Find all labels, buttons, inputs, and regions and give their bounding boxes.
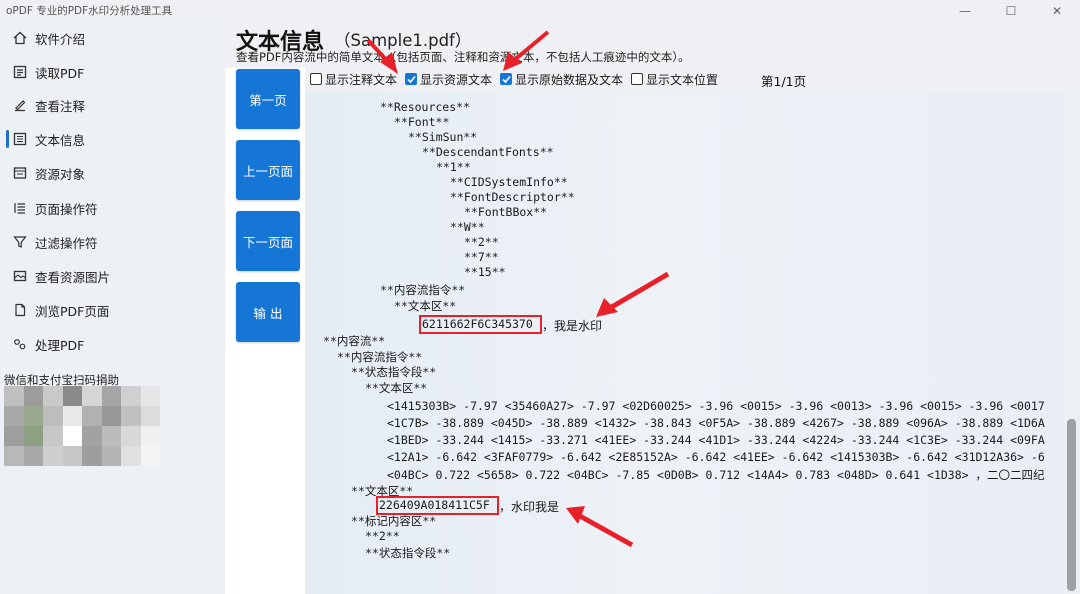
sidebar-item-intro[interactable]: 软件介绍	[0, 24, 225, 52]
tree-node: **2**	[464, 235, 499, 249]
sidebar-item-browse-pages[interactable]: 浏览PDF页面	[0, 296, 225, 324]
tree-node: **内容流**	[323, 334, 386, 348]
sidebar-item-label: 处理PDF	[35, 337, 85, 353]
annotation-icon	[12, 97, 28, 113]
sidebar-item-label: 过滤操作符	[35, 235, 98, 251]
tree-node: **内容流指令**	[337, 350, 423, 364]
display-options: 显示注释文本 显示资源文本 显示原始数据及文本 显示文本位置	[310, 71, 726, 87]
hex-text-value: 6211662F6C345370	[422, 317, 533, 331]
close-button[interactable]: ✕	[1034, 0, 1080, 22]
first-page-button[interactable]: 第一页	[236, 69, 300, 129]
sidebar-item-page-operators[interactable]: 页面操作符	[0, 194, 225, 222]
option-label: 显示原始数据及文本	[515, 72, 624, 87]
sidebar-item-label: 文本信息	[35, 132, 86, 148]
tree-node: **W**	[450, 220, 485, 234]
filter-icon	[12, 234, 28, 250]
navigation-buttons: 第一页 上一页面 下一页面 输 出	[225, 68, 305, 594]
option-show-text-position[interactable]: 显示文本位置	[631, 71, 718, 88]
decoded-text-value: ，水印我是	[499, 500, 560, 514]
image-icon	[12, 268, 28, 284]
sidebar-item-label: 资源对象	[35, 166, 86, 182]
text-info-icon	[12, 131, 28, 147]
tree-node: **文本区**	[365, 381, 428, 395]
sidebar-item-label: 页面操作符	[35, 201, 98, 217]
tree-node: **状态指令段**	[351, 365, 437, 379]
page-description: 查看PDF内容流中的简单文本（包括页面、注释和资源文本，不包括人工痕迹中的文本）…	[236, 50, 690, 64]
operator-list-icon	[12, 200, 28, 216]
sidebar-item-read-pdf[interactable]: 读取PDF	[0, 58, 225, 86]
sidebar-item-filter-operators[interactable]: 过滤操作符	[0, 228, 225, 256]
export-button[interactable]: 输 出	[236, 282, 300, 342]
sidebar-item-label: 软件介绍	[35, 31, 86, 47]
check-icon	[501, 75, 511, 83]
tree-node: **7**	[464, 250, 499, 264]
window-controls: — ☐ ✕	[942, 0, 1080, 22]
text-tree-view[interactable]: **Resources** **Font** **SimSun** **Desc…	[305, 92, 1063, 594]
donate-qr-code	[4, 386, 160, 466]
tree-node: **Resources**	[380, 100, 471, 114]
tree-node: **FontDescriptor**	[450, 190, 575, 204]
option-show-resource-text[interactable]: 显示资源文本	[405, 71, 492, 88]
read-icon	[12, 64, 28, 80]
hex-text-value: 226409A018411C5F	[379, 498, 490, 512]
sidebar-item-label: 查看注释	[35, 98, 86, 114]
tree-node: **FontBBox**	[464, 205, 548, 219]
sidebar-item-resource-images[interactable]: 查看资源图片	[0, 262, 225, 290]
sidebar-item-process-pdf[interactable]: 处理PDF	[0, 330, 225, 358]
app-title: oPDF 专业的PDF水印分析处理工具	[6, 5, 173, 17]
check-icon	[406, 75, 416, 83]
checkbox-unchecked[interactable]	[631, 73, 644, 85]
maximize-button[interactable]: ☐	[988, 0, 1034, 22]
tree-node: **1**	[436, 160, 471, 174]
tree-node: **标记内容区**	[351, 514, 437, 528]
home-icon	[12, 30, 28, 46]
sidebar-item-annotations[interactable]: 查看注释	[0, 91, 225, 119]
prev-page-button[interactable]: 上一页面	[236, 140, 300, 200]
sidebar-item-text-info[interactable]: 文本信息	[0, 125, 225, 153]
process-icon	[12, 336, 28, 352]
option-label: 显示文本位置	[646, 72, 719, 87]
sidebar: 软件介绍 读取PDF 查看注释 文本信息 资源对象 页面操作符 过滤操作符 查看…	[0, 22, 225, 594]
raw-data-line: <04BC> 0.722 <5658> 0.722 <04BC> -7.85 <…	[387, 468, 1045, 482]
page-icon	[12, 302, 28, 318]
tree-node: **DescendantFonts**	[422, 145, 554, 159]
scrollbar-thumb[interactable]	[1067, 419, 1076, 591]
resource-icon	[12, 165, 28, 181]
next-page-button[interactable]: 下一页面	[236, 211, 300, 271]
checkbox-checked[interactable]	[405, 73, 418, 85]
page-indicator: 第1/1页	[761, 74, 807, 89]
raw-data-line: <1C7B> -38.889 <045D> -38.889 <1432> -38…	[387, 416, 1045, 430]
raw-data-line: <1415303B> -7.97 <35460A27> -7.97 <02D60…	[387, 399, 1045, 413]
tree-node: **CIDSystemInfo**	[450, 175, 568, 189]
title-bar: oPDF 专业的PDF水印分析处理工具 — ☐ ✕	[0, 0, 1080, 22]
decoded-text-value: ，我是水印	[542, 319, 603, 333]
option-label: 显示资源文本	[420, 72, 493, 87]
tree-node: **Font**	[394, 115, 450, 129]
sidebar-item-label: 查看资源图片	[35, 269, 111, 285]
tree-node: **15**	[464, 265, 506, 279]
raw-data-line: <12A1> -6.642 <3FAF0779> -6.642 <2E85152…	[387, 450, 1045, 464]
sidebar-item-resources[interactable]: 资源对象	[0, 159, 225, 187]
tree-node: **2**	[365, 529, 400, 543]
checkbox-unchecked[interactable]	[310, 73, 322, 85]
file-name: （Sample1.pdf）	[334, 31, 472, 50]
tree-node: **文本区**	[394, 299, 457, 313]
option-show-raw-data[interactable]: 显示原始数据及文本	[500, 71, 623, 88]
tree-node: **SimSun**	[408, 130, 478, 144]
sidebar-item-label: 读取PDF	[35, 65, 85, 81]
main-panel: 文本信息 （Sample1.pdf） 查看PDF内容流中的简单文本（包括页面、注…	[225, 22, 1080, 594]
minimize-button[interactable]: —	[942, 0, 988, 22]
tree-node: **内容流指令**	[380, 283, 466, 297]
raw-data-line: <1BED> -33.244 <1415> -33.271 <41EE> -33…	[387, 433, 1045, 447]
option-label: 显示注释文本	[325, 72, 398, 87]
sidebar-item-label: 浏览PDF页面	[35, 303, 110, 319]
checkbox-checked[interactable]	[500, 73, 513, 85]
option-show-annotation-text[interactable]: 显示注释文本	[310, 71, 397, 88]
tree-node: **状态指令段**	[365, 546, 451, 560]
